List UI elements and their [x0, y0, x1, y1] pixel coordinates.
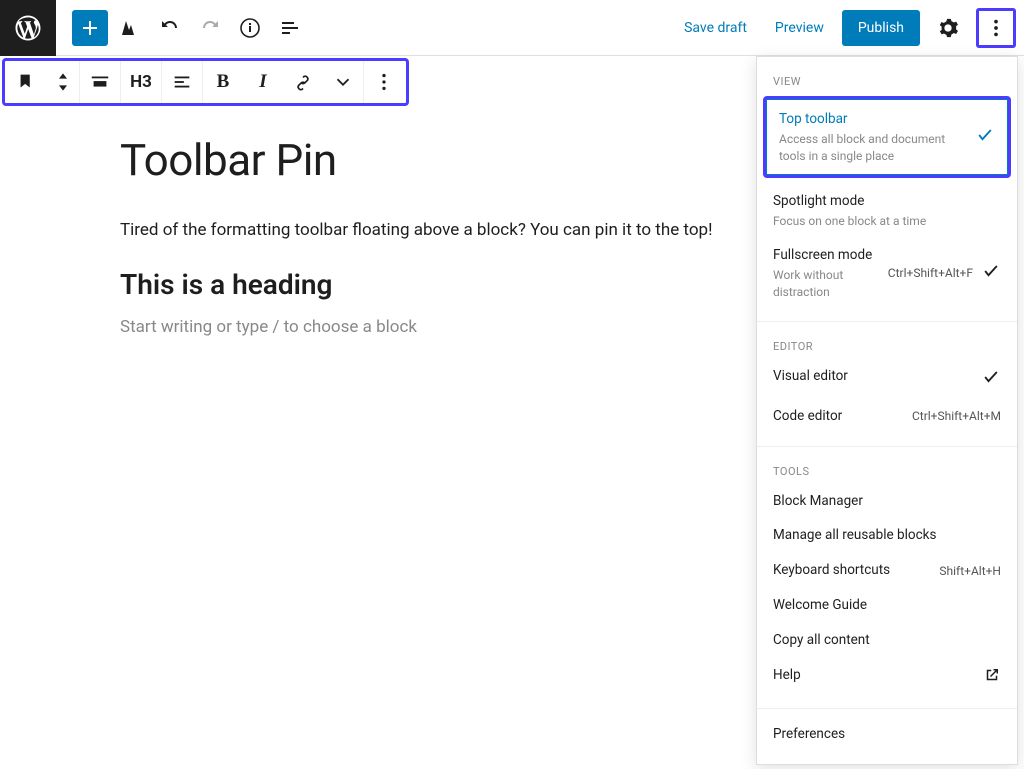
select-tool-button[interactable] [112, 10, 148, 46]
menu-item-reusable-blocks[interactable]: Manage all reusable blocks [757, 518, 1017, 553]
more-rich-text-button[interactable] [323, 60, 363, 104]
menu-section-tools-label: TOOLS [757, 455, 1017, 484]
bold-button[interactable]: B [203, 60, 243, 104]
topbar-right-tools: Save draft Preview Publish [674, 8, 1024, 48]
menu-item-fullscreen-mode[interactable]: Fullscreen mode Work without distraction… [757, 238, 1017, 308]
block-type-icon[interactable] [7, 60, 47, 104]
menu-item-desc: Access all block and document tools in a… [779, 131, 967, 165]
italic-button[interactable]: I [243, 60, 283, 104]
text-align-button[interactable] [162, 60, 202, 104]
check-icon [975, 125, 995, 149]
options-menu-button[interactable] [976, 8, 1016, 48]
menu-item-title: Copy all content [773, 631, 1001, 650]
publish-button[interactable]: Publish [842, 10, 920, 46]
menu-item-title: Fullscreen mode [773, 246, 880, 265]
heading-level-button[interactable]: H3 [121, 60, 161, 104]
save-draft-button[interactable]: Save draft [674, 12, 757, 44]
menu-item-shortcut: Shift+Alt+H [939, 564, 1001, 578]
options-menu: VIEW Top toolbar Access all block and do… [756, 56, 1018, 765]
menu-item-shortcut: Ctrl+Shift+Alt+F [888, 266, 973, 280]
editor-topbar: Save draft Preview Publish [0, 0, 1024, 56]
menu-item-title: Spotlight mode [773, 192, 1001, 211]
menu-item-title: Code editor [773, 407, 904, 426]
check-icon [981, 261, 1001, 285]
add-block-button[interactable] [72, 10, 108, 46]
menu-item-code-editor[interactable]: Code editor Ctrl+Shift+Alt+M [757, 399, 1017, 434]
menu-item-top-toolbar[interactable]: Top toolbar Access all block and documen… [766, 99, 1008, 175]
align-button[interactable] [80, 60, 120, 104]
block-options-button[interactable] [364, 60, 404, 104]
menu-item-desc: Focus on one block at a time [773, 213, 1001, 230]
menu-item-title: Visual editor [773, 367, 973, 386]
menu-section-view-label: VIEW [757, 65, 1017, 94]
redo-button[interactable] [192, 10, 228, 46]
details-button[interactable] [232, 10, 268, 46]
menu-item-title: Manage all reusable blocks [773, 526, 1001, 545]
check-icon [981, 367, 1001, 391]
menu-item-title: Keyboard shortcuts [773, 561, 931, 580]
menu-item-spotlight-mode[interactable]: Spotlight mode Focus on one block at a t… [757, 184, 1017, 238]
menu-item-title: Block Manager [773, 492, 1001, 511]
move-down-icon[interactable] [55, 82, 71, 94]
menu-item-preferences[interactable]: Preferences [757, 717, 1017, 752]
menu-item-block-manager[interactable]: Block Manager [757, 484, 1017, 519]
menu-item-title: Top toolbar [779, 110, 967, 129]
menu-section-editor-label: EDITOR [757, 330, 1017, 359]
link-button[interactable] [283, 60, 323, 104]
menu-item-help[interactable]: Help [757, 658, 1017, 696]
undo-button[interactable] [152, 10, 188, 46]
menu-item-visual-editor[interactable]: Visual editor [757, 359, 1017, 399]
menu-item-shortcut: Ctrl+Shift+Alt+M [912, 409, 1001, 423]
list-view-button[interactable] [272, 10, 308, 46]
menu-item-keyboard-shortcuts[interactable]: Keyboard shortcuts Shift+Alt+H [757, 553, 1017, 588]
menu-item-title: Preferences [773, 725, 1001, 744]
move-up-icon[interactable] [55, 70, 71, 82]
topbar-left-tools [56, 10, 308, 46]
menu-item-top-toolbar-highlight: Top toolbar Access all block and documen… [763, 96, 1011, 178]
block-toolbar: H3 B I [2, 58, 409, 106]
menu-item-title: Help [773, 666, 983, 685]
block-mover[interactable] [47, 70, 79, 94]
menu-item-welcome-guide[interactable]: Welcome Guide [757, 588, 1017, 623]
menu-item-desc: Work without distraction [773, 267, 873, 301]
menu-item-title: Welcome Guide [773, 596, 1001, 615]
wordpress-logo[interactable] [0, 0, 56, 56]
settings-button[interactable] [928, 8, 968, 48]
menu-item-copy-all[interactable]: Copy all content [757, 623, 1017, 658]
preview-button[interactable]: Preview [765, 12, 834, 44]
external-link-icon [983, 666, 1001, 688]
